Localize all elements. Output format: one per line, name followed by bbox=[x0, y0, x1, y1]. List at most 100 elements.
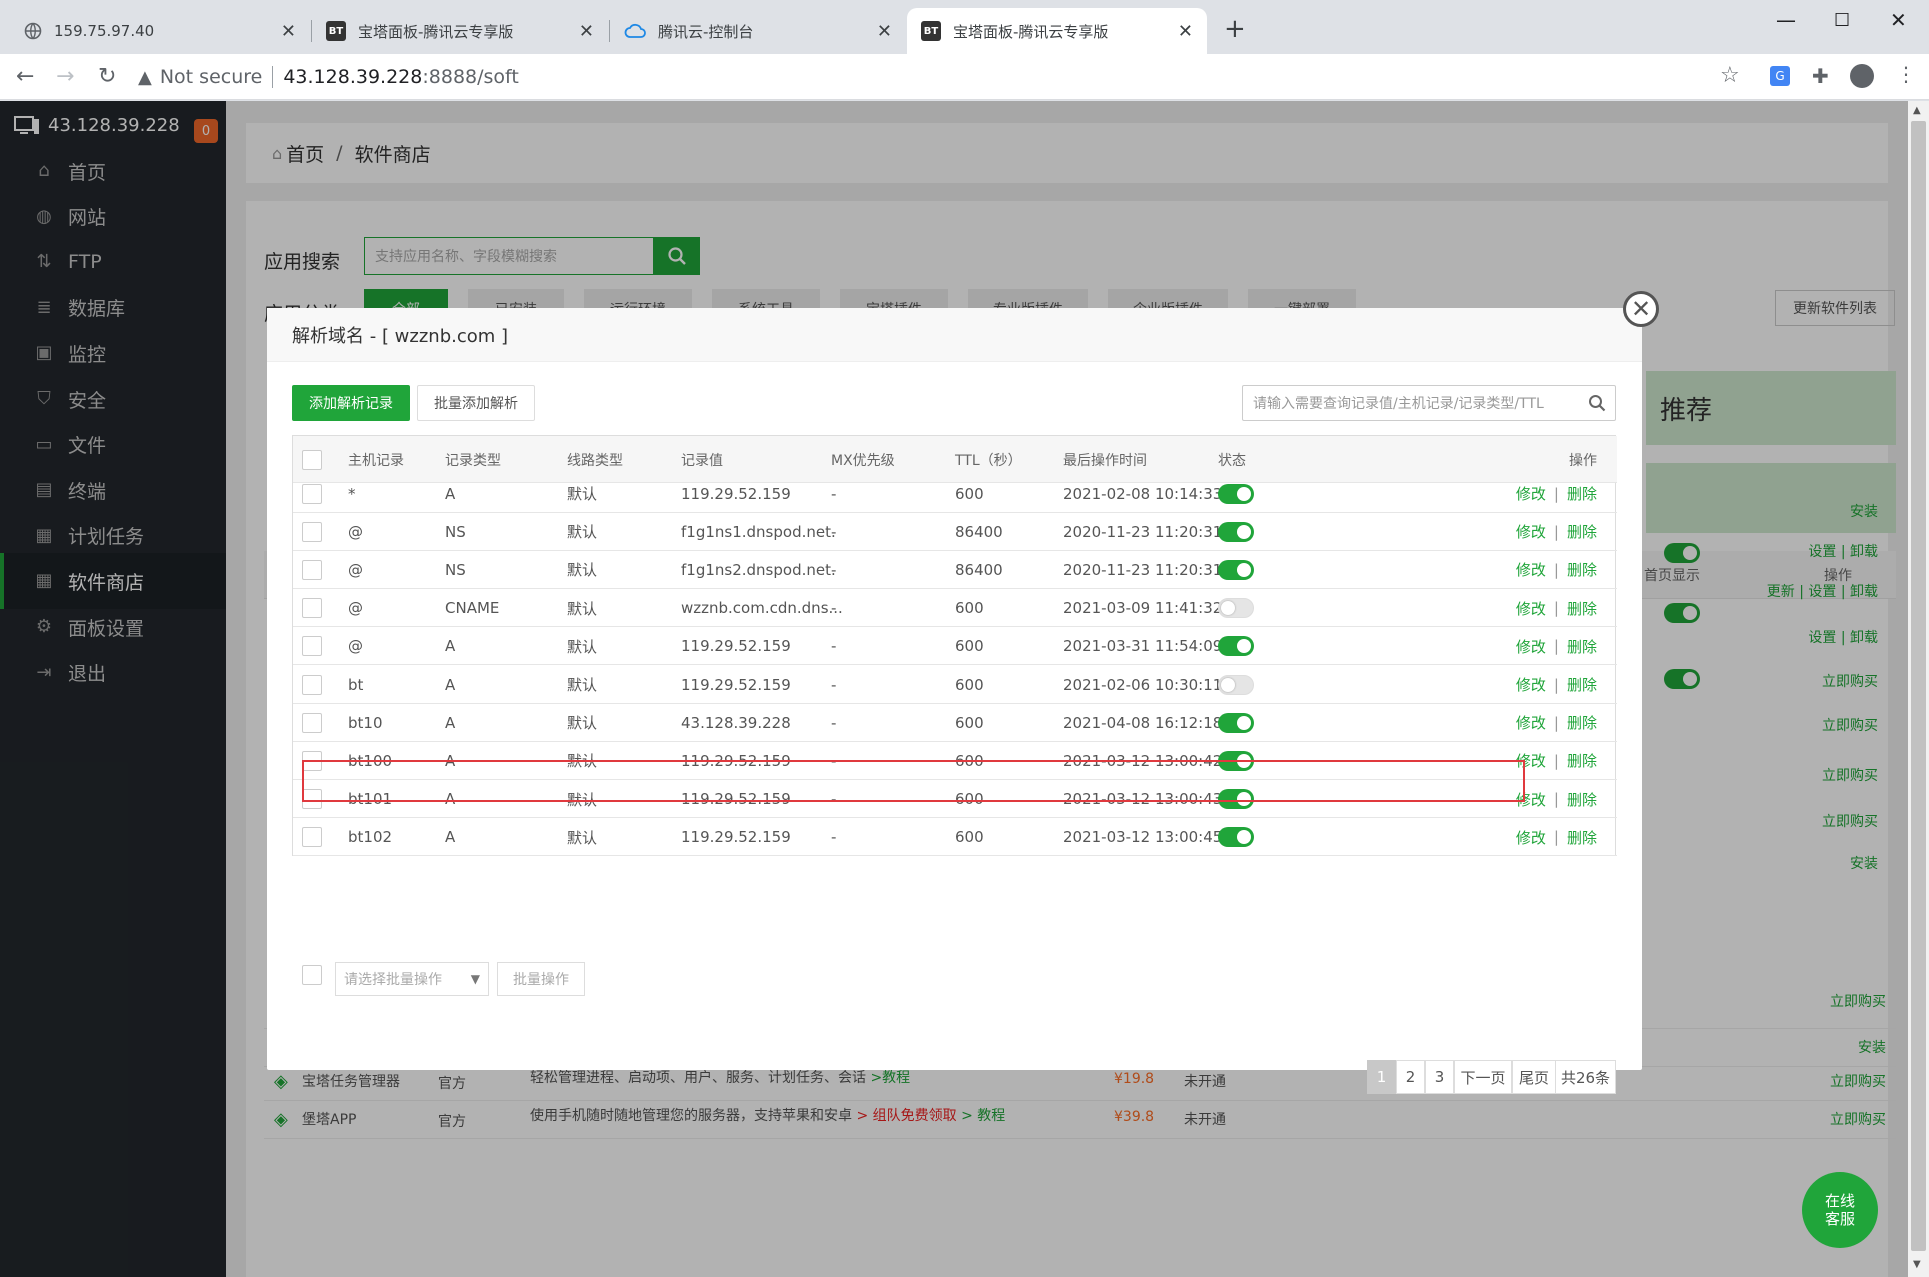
batch-operation-button[interactable]: 批量操作 bbox=[497, 962, 585, 996]
record-line: 默认 bbox=[567, 828, 598, 847]
dns-search-input[interactable]: 请输入需要查询记录值/主机记录/记录类型/TTL bbox=[1242, 385, 1616, 421]
row-checkbox[interactable] bbox=[302, 666, 322, 704]
record-host: * bbox=[348, 484, 356, 503]
edit-record-link[interactable]: 修改 bbox=[1516, 483, 1546, 504]
row-checkbox[interactable] bbox=[302, 818, 322, 856]
record-status-toggle[interactable] bbox=[1218, 513, 1254, 551]
record-value: 119.29.52.159 bbox=[681, 828, 791, 847]
delete-record-link[interactable]: 删除 bbox=[1567, 483, 1597, 504]
delete-record-link[interactable]: 删除 bbox=[1567, 712, 1597, 733]
browser-tab-1[interactable]: 159.75.97.40 ✕ bbox=[10, 8, 310, 54]
toggle-switch[interactable] bbox=[1218, 521, 1254, 542]
address-bar[interactable]: ▲ Not secure 43.128.39.228 :8888/soft bbox=[138, 60, 1738, 94]
edit-record-link[interactable]: 修改 bbox=[1516, 712, 1546, 733]
edit-record-link[interactable]: 修改 bbox=[1516, 827, 1546, 848]
record-status-toggle[interactable] bbox=[1218, 589, 1254, 627]
edit-record-link[interactable]: 修改 bbox=[1516, 674, 1546, 695]
last-page[interactable]: 尾页 bbox=[1512, 1060, 1556, 1094]
delete-record-link[interactable]: 删除 bbox=[1567, 559, 1597, 580]
browser-tab-2[interactable]: BT 宝塔面板-腾讯云专享版 ✕ bbox=[312, 8, 608, 54]
maximize-icon[interactable]: ☐ bbox=[1834, 10, 1850, 31]
batch-select-checkbox[interactable] bbox=[302, 965, 322, 985]
batch-add-button[interactable]: 批量添加解析 bbox=[417, 385, 535, 421]
delete-record-link[interactable]: 删除 bbox=[1567, 750, 1597, 771]
toggle-switch[interactable] bbox=[1218, 483, 1254, 504]
delete-record-link[interactable]: 删除 bbox=[1567, 827, 1597, 848]
close-icon[interactable]: ✕ bbox=[1178, 21, 1193, 42]
record-status-toggle[interactable] bbox=[1218, 704, 1254, 742]
toggle-switch[interactable] bbox=[1218, 827, 1254, 848]
extensions-icon[interactable]: ✚ bbox=[1812, 64, 1829, 88]
record-status-toggle[interactable] bbox=[1218, 627, 1254, 665]
record-mx: - bbox=[831, 713, 837, 732]
next-page[interactable]: 下一页 bbox=[1454, 1060, 1512, 1094]
record-status-toggle[interactable] bbox=[1218, 666, 1254, 704]
row-checkbox[interactable] bbox=[302, 704, 322, 742]
close-window-icon[interactable]: ✕ bbox=[1890, 8, 1907, 32]
reload-icon[interactable]: ↻ bbox=[98, 64, 116, 89]
translate-icon[interactable]: G bbox=[1770, 66, 1790, 86]
record-host: bt bbox=[348, 675, 364, 694]
browser-toolbar: ← → ↻ ▲ Not secure 43.128.39.228 :8888/s… bbox=[0, 54, 1929, 100]
add-record-button[interactable]: 添加解析记录 bbox=[292, 385, 410, 421]
edit-record-link[interactable]: 修改 bbox=[1516, 598, 1546, 619]
close-icon[interactable]: ✕ bbox=[877, 21, 892, 42]
new-tab-icon[interactable]: + bbox=[1224, 14, 1246, 44]
record-status-toggle[interactable] bbox=[1218, 818, 1254, 856]
close-icon[interactable]: ✕ bbox=[281, 21, 296, 42]
star-icon[interactable]: ☆ bbox=[1720, 63, 1740, 88]
toggle-switch[interactable] bbox=[1218, 636, 1254, 657]
record-status-toggle[interactable] bbox=[1218, 551, 1254, 589]
record-mx: - bbox=[831, 828, 837, 847]
menu-icon[interactable]: ⋮ bbox=[1896, 62, 1916, 86]
scrollbar-thumb[interactable] bbox=[1911, 121, 1926, 1251]
warning-icon: ▲ bbox=[138, 66, 152, 88]
batch-operation-select[interactable]: 请选择批量操作 ▼ bbox=[335, 962, 489, 996]
row-checkbox[interactable] bbox=[302, 627, 322, 665]
browser-tab-4[interactable]: BT 宝塔面板-腾讯云专享版 ✕ bbox=[907, 8, 1207, 54]
row-checkbox[interactable] bbox=[302, 551, 322, 589]
edit-record-link[interactable]: 修改 bbox=[1516, 521, 1546, 542]
toggle-switch[interactable] bbox=[1218, 598, 1254, 619]
forward-icon[interactable]: → bbox=[56, 64, 74, 89]
dns-record-row: @ NS 默认 f1g1ns2.dnspod.net. - 86400 2020-11-23… bbox=[293, 551, 1617, 589]
edit-record-link[interactable]: 修改 bbox=[1516, 636, 1546, 657]
toggle-switch[interactable] bbox=[1218, 674, 1254, 695]
edit-record-link[interactable]: 修改 bbox=[1516, 559, 1546, 580]
record-line: 默认 bbox=[567, 637, 598, 656]
delete-record-link[interactable]: 删除 bbox=[1567, 789, 1597, 810]
scroll-up-icon[interactable]: ▲ bbox=[1913, 105, 1921, 116]
page-scrollbar[interactable]: ▲ ▼ bbox=[1908, 101, 1929, 1277]
search-icon[interactable] bbox=[1579, 394, 1615, 412]
toggle-switch[interactable] bbox=[1218, 559, 1254, 580]
online-support-button[interactable]: 在线客服 bbox=[1802, 1172, 1878, 1248]
page-1[interactable]: 1 bbox=[1367, 1060, 1396, 1094]
page-3[interactable]: 3 bbox=[1425, 1060, 1454, 1094]
delete-record-link[interactable]: 删除 bbox=[1567, 598, 1597, 619]
dns-record-row: * A 默认 119.29.52.159 - 600 2021-02-08 10:14:33… bbox=[293, 475, 1617, 513]
back-icon[interactable]: ← bbox=[16, 64, 34, 89]
tab-title: 宝塔面板-腾讯云专享版 bbox=[358, 22, 514, 41]
scroll-down-icon[interactable]: ▼ bbox=[1913, 1259, 1921, 1270]
delete-record-link[interactable]: 删除 bbox=[1567, 674, 1597, 695]
page-2[interactable]: 2 bbox=[1396, 1060, 1425, 1094]
delete-record-link[interactable]: 删除 bbox=[1567, 636, 1597, 657]
close-icon[interactable]: ✕ bbox=[579, 21, 594, 42]
minimize-icon[interactable]: — bbox=[1776, 8, 1796, 32]
record-line: 默认 bbox=[567, 599, 598, 618]
record-value: 119.29.52.159 bbox=[681, 675, 791, 694]
dns-record-row: bt10 A 默认 43.128.39.228 - 600 2021-04-08 16:12… bbox=[293, 704, 1617, 742]
record-time: 2020-11-23 11:20:31 bbox=[1063, 560, 1223, 579]
row-checkbox[interactable] bbox=[302, 589, 322, 627]
record-type: A bbox=[445, 675, 456, 694]
modal-close-icon[interactable]: ✕ bbox=[1623, 291, 1659, 327]
profile-icon[interactable] bbox=[1850, 64, 1874, 88]
delete-record-link[interactable]: 删除 bbox=[1567, 521, 1597, 542]
record-status-toggle[interactable] bbox=[1218, 475, 1254, 513]
browser-tab-3[interactable]: 腾讯云-控制台 ✕ bbox=[610, 8, 906, 54]
record-ops: 修改 | 删除 bbox=[1516, 475, 1597, 513]
toggle-switch[interactable] bbox=[1218, 712, 1254, 733]
row-checkbox[interactable] bbox=[302, 475, 322, 513]
op-separator: | bbox=[1553, 599, 1559, 618]
row-checkbox[interactable] bbox=[302, 513, 322, 551]
